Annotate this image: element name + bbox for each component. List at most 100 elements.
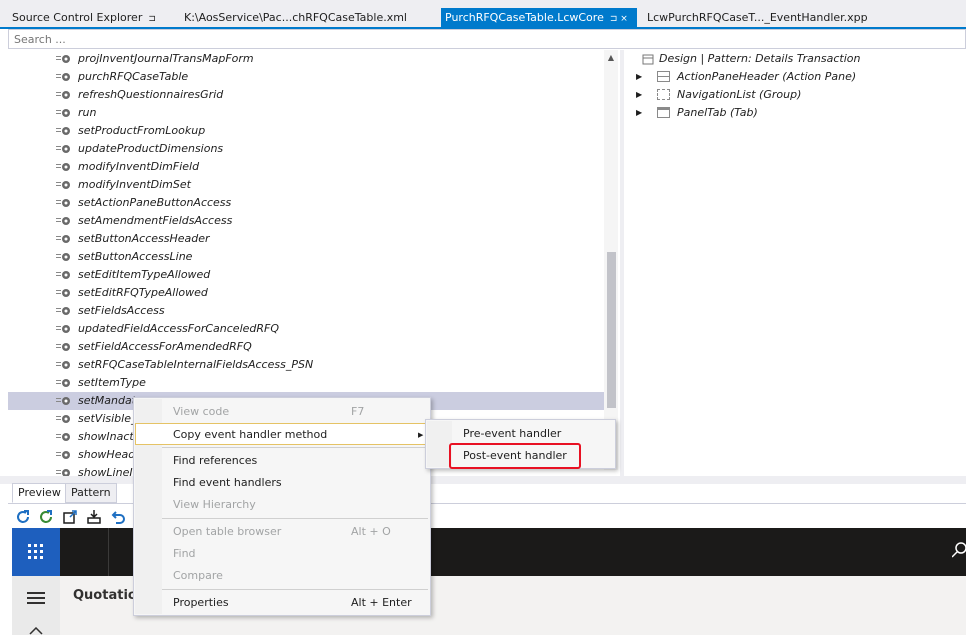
menu-item-copy-event-handler[interactable]: Copy event handler method ▶ [135,423,429,445]
method-icon [56,109,70,117]
method-icon [56,253,70,261]
method-icon [56,73,70,81]
tab-event-handler-xpp[interactable]: LcwPurchRFQCaseT..._EventHandler.xpp [643,8,872,27]
tree-item-label: showLineI [78,466,133,476]
tree-item-label: setMandat [78,394,137,407]
tree-item-label: setEditItemTypeAllowed [78,268,211,281]
tree-item[interactable]: setItemType [8,374,604,392]
tree-item-label: purchRFQCaseTable [78,70,189,83]
menu-item-find-references[interactable]: Find references [135,450,429,472]
tree-item-label: setFieldAccessForAmendedRFQ [78,340,252,353]
open-external-icon[interactable] [62,509,78,525]
scrollbar-thumb[interactable] [607,252,616,408]
tree-item[interactable]: setAmendmentFieldsAccess [8,212,604,230]
menu-item-view-hierarchy[interactable]: View Hierarchy [135,494,429,516]
method-icon [56,415,70,423]
tree-item-label: setRFQCaseTableInternalFieldsAccess_PSN [78,358,314,371]
expand-icon[interactable]: ▶ [636,104,642,122]
refresh-icon[interactable] [15,509,31,525]
group-icon [657,89,670,100]
tab-source-control-explorer[interactable]: Source Control Explorer ⊐ [8,8,160,27]
tree-item[interactable]: setButtonAccessHeader [8,230,604,248]
action-pane-icon [657,71,670,82]
method-icon [56,127,70,135]
expand-icon[interactable]: ▶ [636,86,642,104]
menu-item-find[interactable]: Find [135,543,429,565]
method-icon [56,361,70,369]
tree-item[interactable]: setEditRFQTypeAllowed [8,284,604,302]
method-icon [56,91,70,99]
design-node-label: ActionPaneHeader (Action Pane) [677,70,857,83]
submenu-arrow-icon: ▶ [418,431,424,439]
undo-icon[interactable] [110,509,126,525]
method-icon [56,451,70,459]
tab-label: K:\AosService\Pac...chRFQCaseTable.xml [184,11,407,24]
tab-purchrfqcasetable-lcwcore[interactable]: PurchRFQCaseTable.LcwCore ⊐ × [441,8,637,27]
tree-item-label: setButtonAccessHeader [78,232,210,245]
tree-item[interactable]: setFieldsAccess [8,302,604,320]
method-icon [56,199,70,207]
chevron-up-icon[interactable] [29,627,43,635]
menu-item-shortcut: Alt + Enter [351,596,412,609]
menu-separator [162,518,428,519]
tree-item-label: modifyInventDimSet [78,178,191,191]
design-node-navigationlist[interactable]: ▶ NavigationList (Group) [636,86,956,104]
method-icon [56,343,70,351]
scroll-up-icon[interactable]: ▲ [604,52,618,64]
tab-label: LcwPurchRFQCaseT..._EventHandler.xpp [647,11,868,24]
tree-item-label: refreshQuestionnairesGrid [78,88,224,101]
tree-item-label: updatedFieldAccessForCanceledRFQ [78,322,280,335]
search-input[interactable] [8,29,966,49]
tab-xml-file[interactable]: K:\AosService\Pac...chRFQCaseTable.xml [180,8,411,27]
tree-item[interactable]: setActionPaneButtonAccess [8,194,604,212]
hamburger-icon[interactable] [27,591,45,605]
menu-item-shortcut: F7 [351,405,365,418]
menu-item-view-code[interactable]: View code F7 [135,401,429,423]
design-node-actionpaneheader[interactable]: ▶ ActionPaneHeader (Action Pane) [636,68,956,86]
tab-pattern[interactable]: Pattern [65,483,117,503]
design-node-paneltab[interactable]: ▶ PanelTab (Tab) [636,104,956,122]
tree-item[interactable]: projInventJournalTransMapForm [8,50,604,68]
menu-item-shortcut: Alt + O [351,525,391,538]
tree-item[interactable]: setRFQCaseTableInternalFieldsAccess_PSN [8,356,604,374]
tab-preview[interactable]: Preview [12,483,67,503]
menu-item-label: Find [173,547,196,560]
tree-item[interactable]: updatedFieldAccessForCanceledRFQ [8,320,604,338]
method-icon [56,289,70,297]
tree-item[interactable]: modifyInventDimField [8,158,604,176]
app-launcher-button[interactable] [12,528,60,576]
menu-item-label: Find references [173,454,258,467]
tree-item[interactable]: setButtonAccessLine [8,248,604,266]
menu-separator [162,447,428,448]
pin-icon[interactable]: ⊐ [148,14,156,24]
menu-item-open-table-browser[interactable]: Open table browser Alt + O [135,521,429,543]
method-icon [56,145,70,153]
export-icon[interactable] [86,509,102,525]
tree-item[interactable]: run [8,104,604,122]
method-icon [56,217,70,225]
pin-close-icon[interactable]: ⊐ × [610,14,628,24]
tree-item-label: showHead [78,448,136,461]
tree-item[interactable]: setProductFromLookup [8,122,604,140]
menu-item-properties[interactable]: Properties Alt + Enter [135,592,429,614]
method-icon [56,271,70,279]
tab-label: Source Control Explorer [12,11,143,24]
tree-item[interactable]: setFieldAccessForAmendedRFQ [8,338,604,356]
highlight-annotation [449,443,581,469]
menu-item-find-event-handlers[interactable]: Find event handlers [135,472,429,494]
tree-item[interactable]: refreshQuestionnairesGrid [8,86,604,104]
refresh-green-icon[interactable] [38,509,54,525]
menu-item-pre-event-handler[interactable]: Pre-event handler [427,423,614,445]
method-icon [56,235,70,243]
preview-search-icon[interactable] [952,542,966,558]
expand-icon[interactable]: ▶ [636,68,642,86]
design-tree: Design | Pattern: Details Transaction ▶ … [624,50,966,476]
tree-item-label: modifyInventDimField [78,160,200,173]
tree-item[interactable]: updateProductDimensions [8,140,604,158]
tree-item[interactable]: purchRFQCaseTable [8,68,604,86]
menu-item-compare[interactable]: Compare [135,565,429,587]
tree-item-label: projInventJournalTransMapForm [78,52,254,65]
tree-item[interactable]: modifyInventDimSet [8,176,604,194]
tree-item[interactable]: setEditItemTypeAllowed [8,266,604,284]
tree-item-label: setProductFromLookup [78,124,206,137]
